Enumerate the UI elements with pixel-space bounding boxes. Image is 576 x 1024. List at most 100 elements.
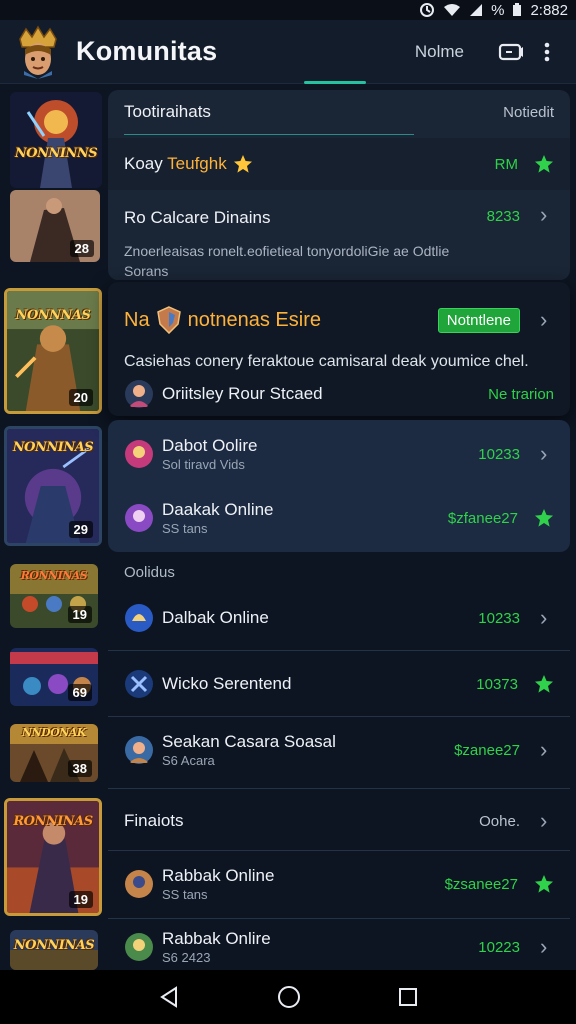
gold-star-icon xyxy=(233,155,252,173)
highlight-description-row: Casiehas conery feraktoue camisaral deak… xyxy=(108,348,570,374)
shield-icon xyxy=(156,306,181,334)
panel-header: Tootiraihats Notiedit xyxy=(108,90,570,134)
game-thumb-title: NNDONAK xyxy=(22,726,86,740)
section-header-title: Finaiots xyxy=(124,811,184,830)
game-thumb[interactable]: NONNINAS xyxy=(10,930,98,970)
list-item-subtitle: SS tans xyxy=(162,887,208,902)
game-thumb-selected[interactable]: NONNNAS 20 xyxy=(4,288,102,414)
chevron-right-icon: › xyxy=(540,737,548,762)
highlight-sub-title: Oriitsley Rour Stcaed xyxy=(162,384,323,403)
avatar xyxy=(125,736,153,764)
list-item-title: Rabbak Onlire xyxy=(162,929,271,948)
game-thumb-count: 28 xyxy=(69,240,94,257)
game-thumb-title: NONNINAS xyxy=(12,440,94,456)
name-button[interactable]: Nolme xyxy=(415,42,464,62)
section-label: Oolidus xyxy=(124,564,175,581)
game-thumb[interactable]: NONNINAS 29 xyxy=(4,426,102,546)
page-title: Komunitas xyxy=(76,36,218,66)
list-item-value: 8233 xyxy=(486,208,520,225)
community-list: Tootiraihats Notiedit Koay Teufghk RM Ro… xyxy=(108,84,576,970)
game-thumb[interactable]: RONNINAS 19 xyxy=(4,798,102,916)
list-item-value: 10373 xyxy=(476,675,518,693)
panel-header-action[interactable]: Notiedit xyxy=(503,104,554,121)
highlight-title: Na xyxy=(124,309,150,332)
list-item[interactable]: Ro Calcare Dinains 8233 › Znoerleaisas r… xyxy=(108,194,570,284)
featured-title-part: Koay xyxy=(124,154,163,173)
green-star-icon[interactable] xyxy=(534,508,554,528)
game-thumb-title: RONNINAS xyxy=(13,814,93,830)
list-item[interactable]: Wicko Serentend 10373 xyxy=(108,656,570,712)
status-badge: Notntlene xyxy=(437,307,520,333)
list-item-title: Wicko Serentend xyxy=(162,674,292,693)
divider xyxy=(108,650,570,651)
list-item[interactable]: Seakan Casara Soasal S6 Acara $zanee27 › xyxy=(108,722,570,778)
game-thumb[interactable]: 28 xyxy=(10,190,100,262)
green-star-icon[interactable] xyxy=(534,874,554,894)
home-icon[interactable] xyxy=(277,985,301,1009)
game-thumb-count: 29 xyxy=(68,521,93,538)
avatar xyxy=(125,604,153,632)
list-item[interactable]: Rabbak Online SS tans $zsanee27 xyxy=(108,856,570,912)
warrior-logo-icon[interactable] xyxy=(14,25,62,79)
status-bar: % 2:882 xyxy=(0,0,576,20)
list-item-value: $zsanee27 xyxy=(444,875,518,893)
avatar xyxy=(125,870,153,898)
list-item-description: Znoerleaisas ronelt.eofietieal tonyordol… xyxy=(124,242,450,259)
highlight-sub-value: Ne trarion xyxy=(488,385,554,403)
game-thumb[interactable]: NNDONAK 38 xyxy=(10,724,98,782)
section-header[interactable]: Finaiots Oohe. › xyxy=(108,796,570,846)
sync-icon xyxy=(420,3,435,17)
list-item-value: 10223 xyxy=(478,938,520,956)
panel-header-underline xyxy=(124,134,414,135)
divider xyxy=(108,850,570,851)
list-item-title: Daakak Online xyxy=(162,500,274,519)
highlight-sub-row[interactable]: Oriitsley Rour Stcaed Ne trarion xyxy=(108,376,570,412)
highlight-title-rest: notnenas Esire xyxy=(187,308,321,331)
green-star-icon[interactable] xyxy=(534,674,554,694)
list-item[interactable]: Daakak Online SS tans $zfanee27 xyxy=(108,488,570,548)
featured-row[interactable]: Koay Teufghk RM xyxy=(108,138,570,190)
list-item[interactable]: Dalbak Online 10233 › xyxy=(108,590,570,646)
avatar xyxy=(125,670,153,698)
featured-title: Koay Teufghk xyxy=(124,154,227,174)
highlight-description: Casiehas conery feraktoue camisaral deak… xyxy=(124,352,529,370)
chevron-right-icon: › xyxy=(540,202,548,227)
more-vertical-icon[interactable] xyxy=(532,37,562,67)
divider xyxy=(108,788,570,789)
list-item-value: $zanee27 xyxy=(454,741,520,759)
game-thumb-title: NONNNAS xyxy=(15,307,91,323)
app-bar: Komunitas Nolme xyxy=(0,20,576,84)
list-item-value: 10233 xyxy=(478,609,520,627)
list-item-subtitle: S6 2423 xyxy=(162,950,211,965)
list-item-title: Ro Calcare Dinains xyxy=(124,208,271,227)
list-item-title: Rabbak Online xyxy=(162,866,275,885)
list-item-title: Dalbak Online xyxy=(162,608,269,627)
list-item-description-2: Sorans xyxy=(124,262,169,279)
highlight-header[interactable]: Na notnenas Esire Notntlene › xyxy=(108,294,570,346)
highlight-title-part: Na xyxy=(124,308,150,331)
list-item-title: Seakan Casara Soasal xyxy=(162,732,336,751)
list-item[interactable]: Dabot Oolire Sol tiravd Vids 10233 › xyxy=(108,426,570,482)
green-star-icon[interactable] xyxy=(534,154,554,174)
game-thumb-count: 19 xyxy=(68,891,93,908)
list-item-subtitle: Sol tiravd Vids xyxy=(162,457,245,472)
clock: 2:882 xyxy=(530,1,568,19)
recents-icon[interactable] xyxy=(398,987,418,1007)
avatar xyxy=(125,504,153,532)
section-header-value: Oohe. xyxy=(479,812,520,830)
camera-icon[interactable] xyxy=(496,37,526,67)
chevron-right-icon: › xyxy=(540,307,548,332)
game-thumb-count: 20 xyxy=(68,389,93,406)
system-nav-bar xyxy=(0,970,576,1024)
game-thumb-title: NONNINAS xyxy=(13,938,95,953)
back-icon[interactable] xyxy=(158,986,180,1008)
game-thumb-title: RONNINAS xyxy=(20,569,88,583)
game-thumb[interactable]: NONNINNS xyxy=(10,92,102,188)
game-thumb[interactable]: RONNINAS 19 xyxy=(10,564,98,628)
game-thumb-count: 19 xyxy=(67,606,92,623)
list-item[interactable]: Rabbak Onlire S6 2423 10223 › xyxy=(108,924,570,970)
game-thumb[interactable]: 69 xyxy=(10,648,98,706)
list-item-subtitle: SS tans xyxy=(162,521,208,536)
wifi-icon xyxy=(444,4,461,16)
battery-label: % xyxy=(491,1,505,19)
